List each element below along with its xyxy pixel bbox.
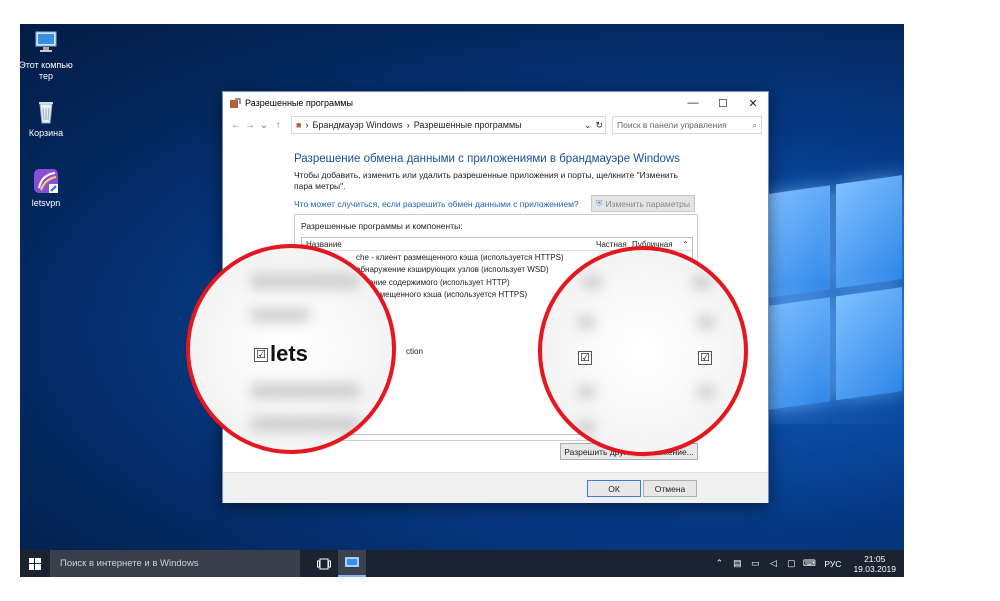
column-name[interactable]: Название: [302, 240, 596, 249]
magnifier-right: ☑ ☑: [538, 246, 748, 456]
minimize-button[interactable]: —: [678, 92, 708, 114]
taskbar-search-input[interactable]: Поиск в интернете и в Windows: [50, 550, 300, 577]
windows-start-icon: [29, 557, 41, 570]
breadcrumb-item[interactable]: Брандмауэр Windows: [312, 120, 402, 130]
task-view-button[interactable]: [310, 558, 338, 570]
list-item-letsvpn[interactable]: ction: [402, 345, 423, 358]
breadcrumb-sep-icon: ›: [305, 120, 309, 130]
network-icon[interactable]: ▤: [730, 558, 744, 569]
language-indicator[interactable]: РУС: [824, 559, 841, 569]
clock-time: 21:05: [864, 553, 886, 564]
back-icon[interactable]: ←: [229, 120, 243, 131]
maximize-button[interactable]: ☐: [708, 92, 738, 114]
desktop-icon-label: Корзина: [28, 128, 64, 138]
up-icon[interactable]: ↑: [271, 120, 285, 131]
control-panel-search-input[interactable]: Поиск в панели управления ⌕: [612, 116, 762, 134]
control-panel-icon: [345, 556, 359, 567]
shield-icon: ⛨: [596, 198, 603, 208]
firewall-icon: [229, 97, 241, 109]
magnifier-left: ☑ lets: [186, 244, 396, 454]
refresh-icon[interactable]: ↻: [595, 120, 603, 131]
checkbox-private-checked-icon[interactable]: ☑: [578, 351, 592, 365]
letsvpn-icon: [31, 166, 61, 196]
computer-icon: [31, 28, 61, 58]
desktop-icon-letsvpn[interactable]: letsvpn: [20, 166, 76, 209]
start-button[interactable]: [20, 550, 50, 577]
window-title: Разрешенные программы: [245, 98, 353, 108]
group-label: Разрешенные программы и компоненты:: [301, 221, 463, 231]
keyboard-icon[interactable]: ⌨: [802, 558, 816, 569]
risk-info-link[interactable]: Что может случиться, если разрешить обме…: [294, 199, 579, 209]
desktop-icon-recycle-bin[interactable]: Корзина: [20, 96, 76, 139]
change-settings-label: Изменить параметры: [605, 198, 690, 209]
taskbar-app-control-panel[interactable]: [338, 550, 366, 577]
taskbar: Поиск в интернете и в Windows ⌃ ▤ ▭ ◁ ▢ …: [20, 550, 904, 577]
change-settings-button[interactable]: ⛨ Изменить параметры: [591, 195, 695, 212]
close-button[interactable]: ✕: [738, 92, 768, 114]
page-title: Разрешение обмена данными с приложениями…: [294, 153, 680, 165]
forward-icon[interactable]: →: [243, 120, 257, 131]
desktop-icon-label: letsvpn: [31, 198, 61, 208]
breadcrumb-item[interactable]: Разрешенные программы: [414, 120, 522, 130]
magnified-app-name: lets: [270, 341, 308, 366]
checkbox-checked-icon[interactable]: ☑: [254, 348, 268, 362]
ok-button[interactable]: ОК: [587, 480, 641, 497]
task-view-icon: [317, 558, 331, 569]
checkbox-public-checked-icon[interactable]: ☑: [698, 351, 712, 365]
cancel-button[interactable]: Отмена: [643, 480, 697, 497]
breadcrumb[interactable]: ■ › Брандмауэр Windows › Разрешенные про…: [291, 116, 606, 134]
volume-icon[interactable]: ◁: [766, 558, 780, 569]
dropdown-chevron-icon[interactable]: ⌄: [584, 120, 592, 131]
scroll-up-icon[interactable]: ⌃: [682, 240, 692, 249]
desktop-icon-this-pc[interactable]: Этот компью тер: [20, 28, 76, 82]
system-tray: ⌃ ▤ ▭ ◁ ▢ ⌨ РУС 21:05 19.03.2019: [710, 550, 904, 577]
desktop-icon-label: Этот компью тер: [20, 60, 73, 81]
chevron-up-icon[interactable]: ⌃: [712, 558, 726, 569]
clock-date: 19.03.2019: [853, 563, 896, 574]
location-icon: ■: [296, 120, 302, 130]
search-icon: ⌕: [752, 119, 757, 130]
page-description: Чтобы добавить, изменить или удалить раз…: [294, 170, 678, 191]
dialog-footer: ОК Отмена: [223, 472, 768, 503]
recent-chevron-icon[interactable]: ⌄: [257, 120, 271, 131]
title-bar: Разрешенные программы — ☐ ✕: [223, 92, 768, 114]
list-item-label: ction: [406, 346, 423, 356]
windows-logo-wallpaper: [764, 173, 904, 434]
address-bar: ← → ⌄ ↑ ■ › Брандмауэр Windows › Разреше…: [223, 114, 768, 136]
recycle-bin-icon: [31, 96, 61, 126]
breadcrumb-sep-icon: ›: [406, 120, 410, 130]
clock[interactable]: 21:05 19.03.2019: [853, 554, 896, 574]
notification-icon[interactable]: ▢: [784, 558, 798, 569]
printer-icon[interactable]: ▭: [748, 558, 762, 569]
search-placeholder: Поиск в панели управления: [617, 120, 727, 130]
